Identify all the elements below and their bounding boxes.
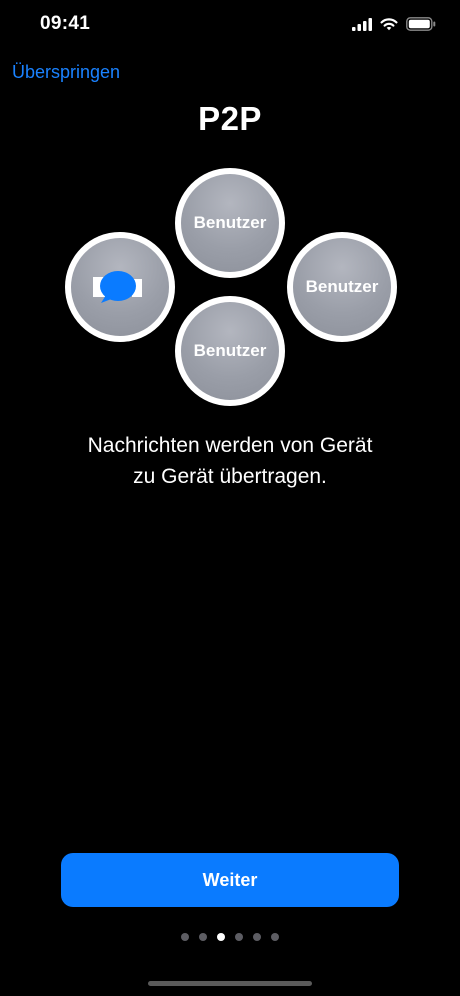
- description-line-2: zu Gerät übertragen.: [133, 465, 327, 488]
- page-dot[interactable]: [181, 933, 189, 941]
- wifi-icon: [380, 18, 398, 31]
- peer-label: Benutzer: [181, 174, 279, 272]
- skip-button[interactable]: Überspringen: [12, 62, 120, 83]
- page-dot-active[interactable]: [217, 933, 225, 941]
- page-dot[interactable]: [199, 933, 207, 941]
- status-time: 09:41: [40, 13, 91, 34]
- status-bar: 09:41: [0, 0, 460, 50]
- battery-icon: [406, 17, 436, 31]
- peer-label: Benutzer: [293, 238, 391, 336]
- page-dot[interactable]: [271, 933, 279, 941]
- page-title: P2P: [198, 100, 262, 137]
- page-dot[interactable]: [253, 933, 261, 941]
- description: Nachrichten werden von Gerät zu Gerät üb…: [0, 430, 460, 492]
- peer-label: Benutzer: [181, 302, 279, 400]
- app-node-inner: [71, 238, 169, 336]
- page-dot[interactable]: [235, 933, 243, 941]
- next-button[interactable]: Weiter: [61, 853, 399, 907]
- cellular-signal-icon: [352, 17, 372, 31]
- peer-node-top: Benutzer: [175, 168, 285, 278]
- app-node: [65, 232, 175, 342]
- peer-node-bottom: Benutzer: [175, 296, 285, 406]
- status-icons: [352, 14, 436, 34]
- description-line-1: Nachrichten werden von Gerät: [87, 434, 373, 457]
- peer-node-right: Benutzer: [287, 232, 397, 342]
- home-indicator[interactable]: [148, 981, 312, 986]
- page-indicator[interactable]: [0, 933, 460, 941]
- message-bubble-icon: [93, 271, 142, 303]
